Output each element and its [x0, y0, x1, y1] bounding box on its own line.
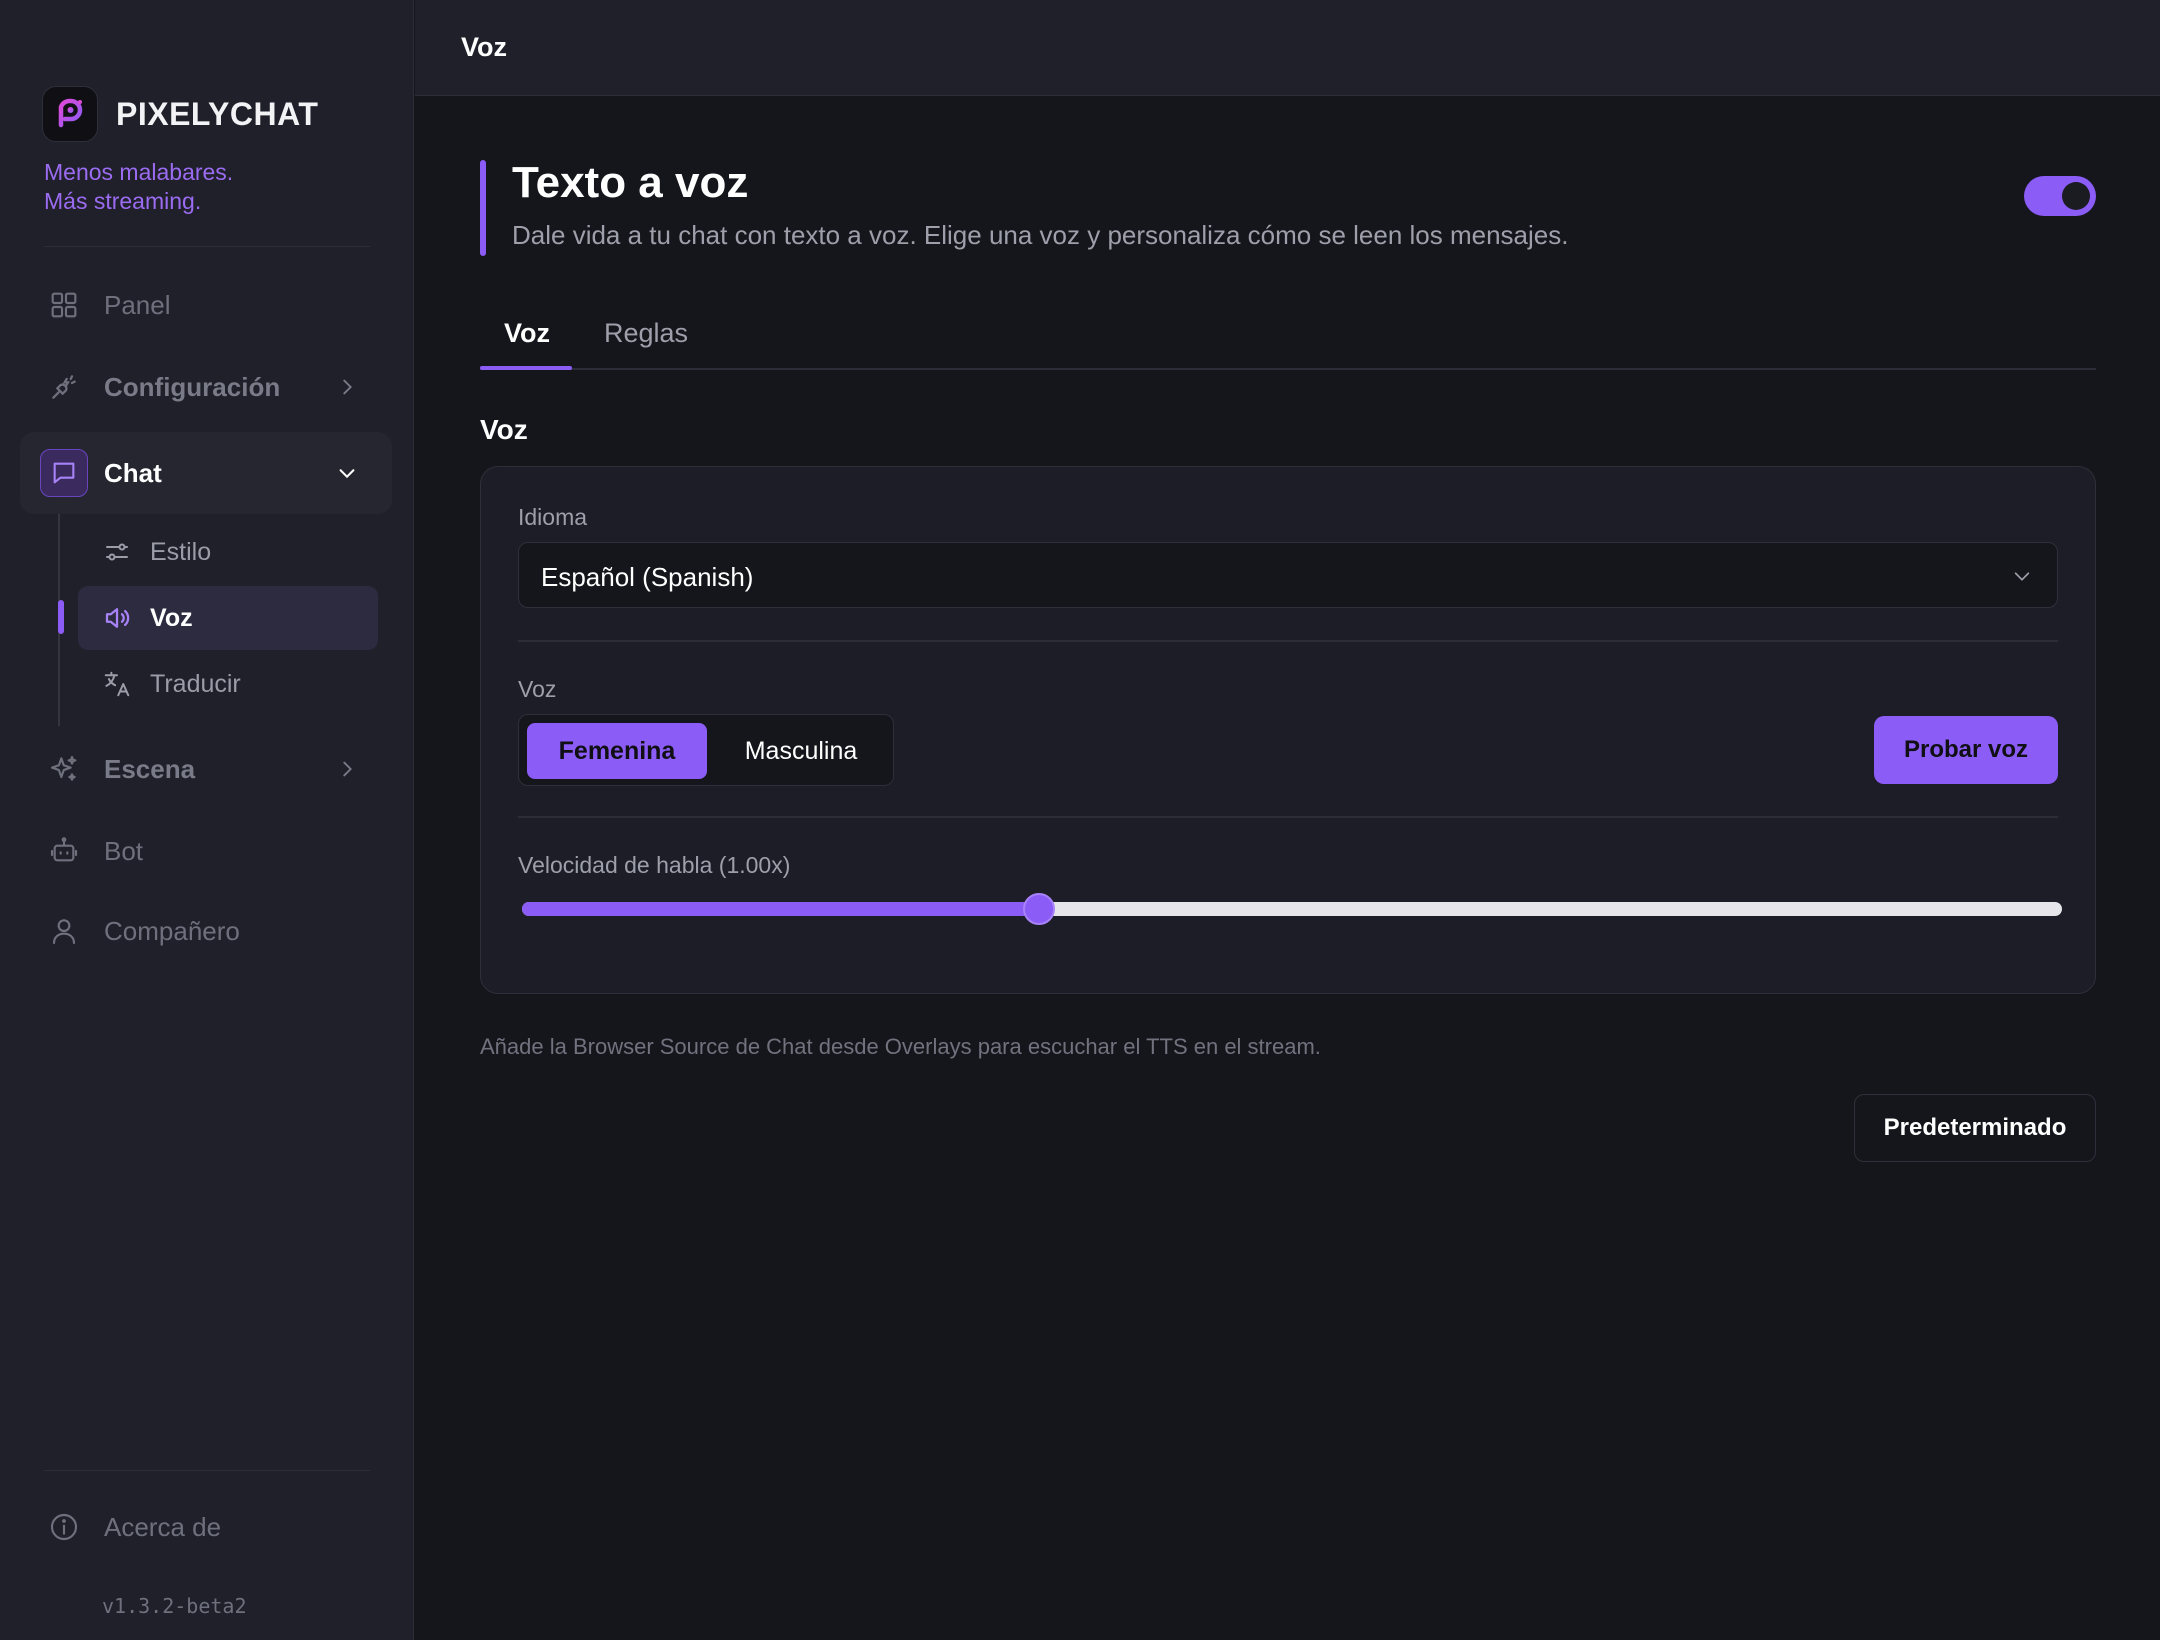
language-select[interactable]: Español (Spanish) — [518, 542, 2058, 608]
sidebar-subitem-traducir[interactable]: Traducir — [78, 652, 378, 716]
hero-accent-bar — [480, 160, 486, 256]
sidebar-item-panel[interactable]: Panel — [20, 266, 392, 344]
speed-label: Velocidad de habla (1.00x) — [518, 852, 791, 878]
voice-option-femenina[interactable]: Femenina — [527, 723, 707, 779]
hero-title: Texto a voz — [512, 158, 749, 207]
tagline-line-2: Más streaming. — [44, 188, 202, 214]
sidebar-item-label: Compañero — [104, 915, 240, 946]
toggle-knob — [2062, 182, 2090, 210]
chevron-down-icon — [336, 462, 358, 484]
sidebar-item-chat[interactable]: Chat — [20, 432, 392, 514]
chat-bubble-icon — [40, 449, 88, 497]
grid-icon — [48, 289, 80, 321]
sidebar: PIXELYCHAT Menos malabares. Más streamin… — [0, 0, 414, 1640]
card-divider — [518, 640, 2058, 642]
chevron-right-icon — [336, 758, 358, 780]
voice-option-masculina[interactable]: Masculina — [715, 723, 887, 779]
sidebar-item-label: Acerca de — [104, 1511, 222, 1542]
sidebar-item-label: Configuración — [104, 371, 281, 402]
speed-slider-fill — [522, 902, 1040, 916]
speaker-icon — [102, 603, 132, 633]
voice-gender-segmented: Femenina Masculina — [518, 714, 894, 786]
sidebar-item-companero[interactable]: Compañero — [20, 892, 392, 970]
chevron-down-icon — [2011, 565, 2033, 587]
tts-hint: Añade la Browser Source de Chat desde Ov… — [480, 1034, 1321, 1059]
app-logo-icon — [42, 86, 98, 142]
tagline: Menos malabares. Más streaming. — [44, 158, 233, 216]
sidebar-divider — [44, 1470, 370, 1471]
section-title: Voz — [480, 414, 528, 445]
sidebar-subitem-voz[interactable]: Voz — [78, 586, 378, 650]
sidebar-item-bot[interactable]: Bot — [20, 812, 392, 890]
brand[interactable]: PIXELYCHAT — [42, 86, 318, 142]
active-indicator — [58, 600, 64, 634]
hero-subtitle: Dale vida a tu chat con texto a voz. Eli… — [512, 220, 1569, 250]
translate-icon — [102, 669, 132, 699]
sidebar-subitem-label: Voz — [150, 603, 193, 632]
tabs-divider — [480, 368, 2096, 370]
chevron-right-icon — [336, 376, 358, 398]
app-version: v1.3.2-beta2 — [102, 1594, 247, 1618]
sidebar-divider — [44, 246, 370, 247]
sidebar-item-label: Escena — [104, 753, 196, 784]
tab-reglas[interactable]: Reglas — [604, 318, 688, 349]
sliders-icon — [102, 537, 132, 567]
tagline-line-1: Menos malabares. — [44, 159, 234, 185]
language-label: Idioma — [518, 504, 588, 530]
sidebar-subitem-label: Traducir — [150, 669, 241, 698]
sidebar-item-configuracion[interactable]: Configuración — [20, 348, 392, 426]
speed-slider[interactable] — [522, 893, 2062, 925]
sidebar-item-label: Chat — [104, 457, 162, 488]
tab-active-underline — [480, 366, 572, 370]
plug-icon — [48, 371, 80, 403]
sidebar-item-acerca-de[interactable]: Acerca de — [20, 1488, 392, 1566]
sidebar-subitem-label: Estilo — [150, 537, 212, 566]
tab-voz[interactable]: Voz — [504, 318, 550, 349]
sidebar-item-label: Panel — [104, 289, 171, 320]
reset-defaults-button[interactable]: Predeterminado — [1854, 1094, 2096, 1162]
info-icon — [48, 1511, 80, 1543]
sidebar-subitem-estilo[interactable]: Estilo — [78, 520, 378, 584]
test-voice-button[interactable]: Probar voz — [1874, 716, 2058, 784]
app-name: PIXELYCHAT — [116, 95, 319, 132]
card-divider — [518, 816, 2058, 818]
robot-icon — [48, 835, 80, 867]
sidebar-item-label: Bot — [104, 835, 144, 866]
sparkle-icon — [48, 753, 80, 785]
voice-label: Voz — [518, 676, 557, 702]
speed-slider-handle[interactable] — [1023, 893, 1056, 925]
topbar: Voz — [415, 0, 2160, 96]
language-select-value: Español (Spanish) — [541, 562, 754, 592]
tts-enable-toggle[interactable] — [2024, 176, 2096, 216]
page-title: Voz — [461, 32, 507, 62]
user-icon — [48, 915, 80, 947]
sidebar-item-escena[interactable]: Escena — [20, 730, 392, 808]
